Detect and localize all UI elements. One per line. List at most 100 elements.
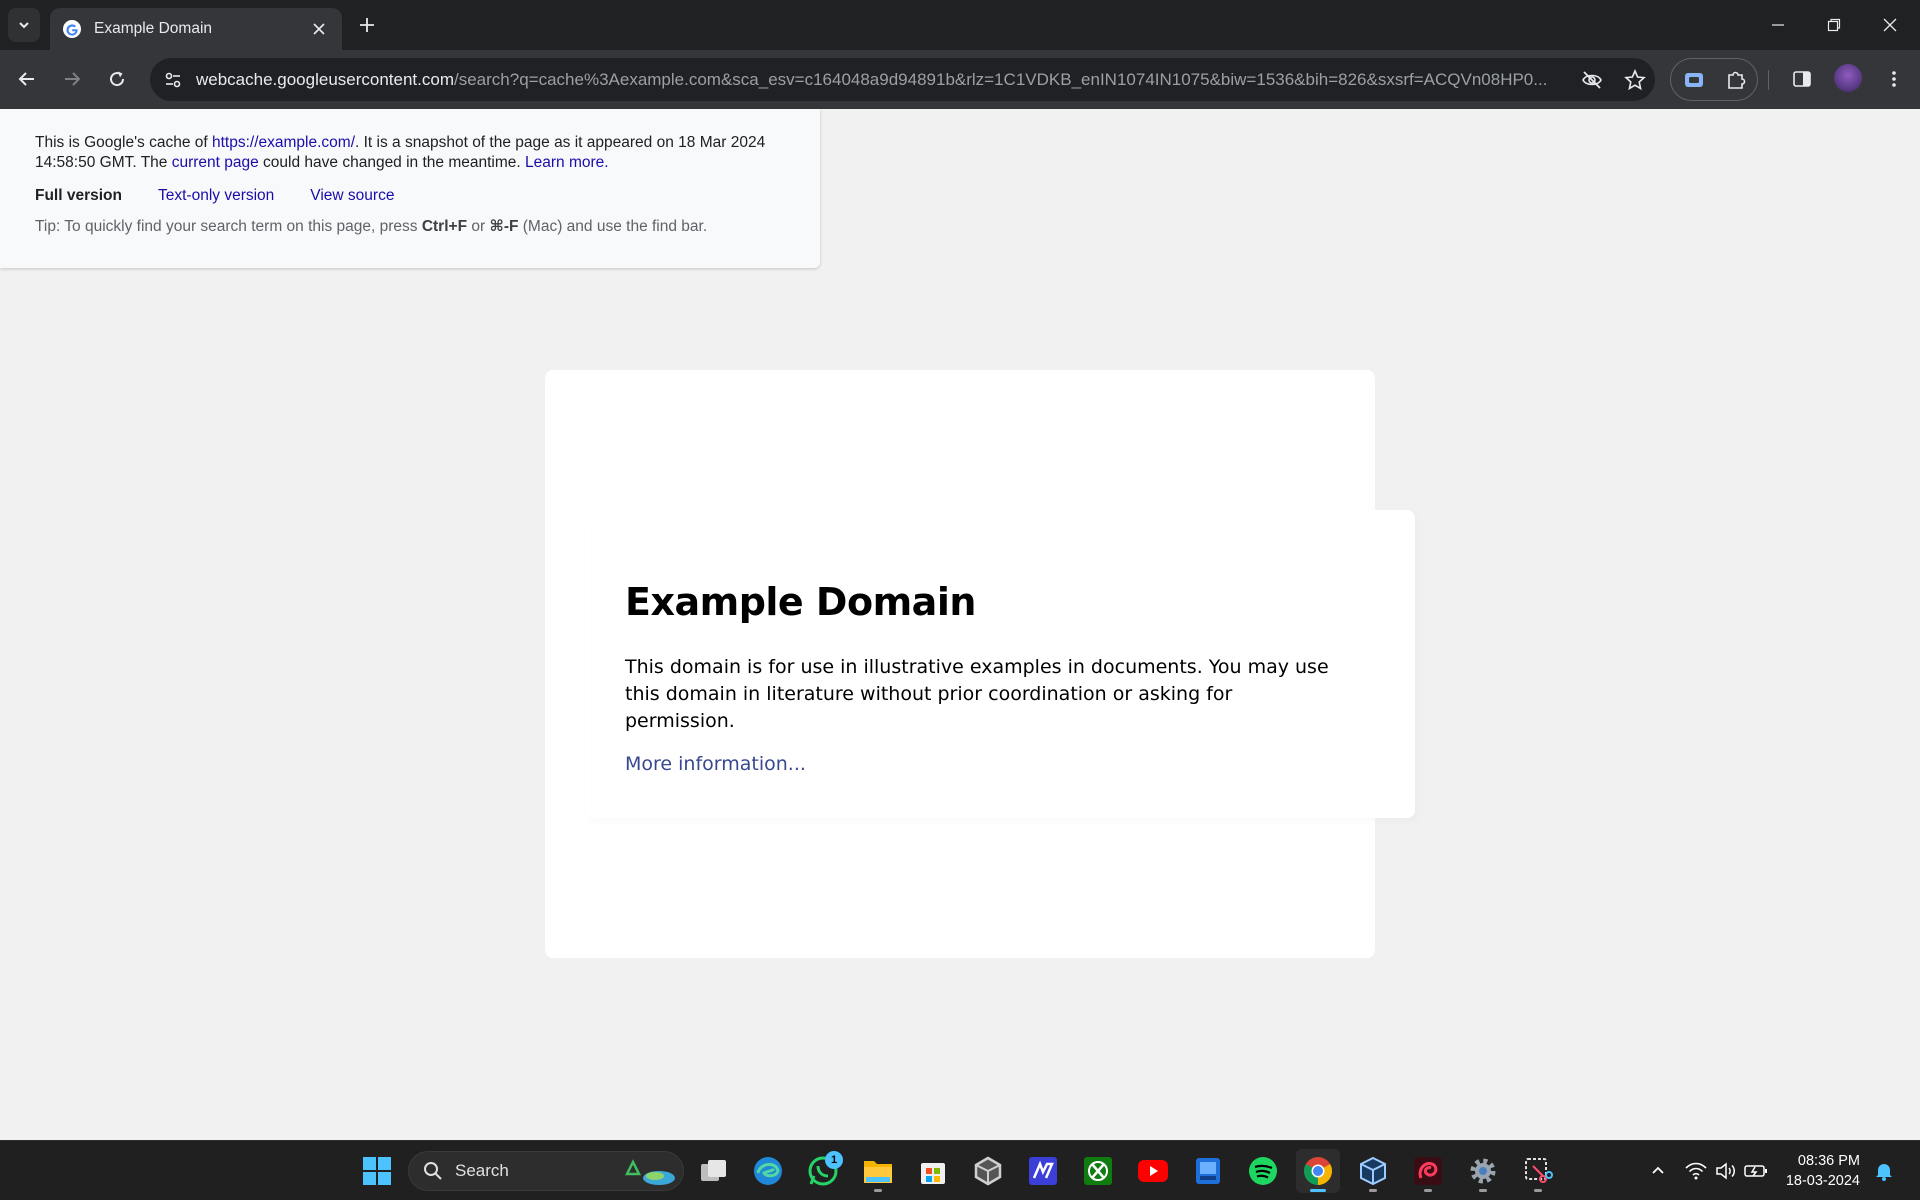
clock-time: 08:36 PM	[1797, 1153, 1860, 1169]
youtube-button[interactable]	[1131, 1149, 1175, 1193]
tab-view-source[interactable]: View source	[310, 187, 394, 205]
snipping-tool-button[interactable]	[1516, 1149, 1560, 1193]
chevron-up-icon	[1652, 1166, 1664, 1174]
start-button[interactable]	[355, 1149, 399, 1193]
spotify-button[interactable]	[1241, 1149, 1285, 1193]
learn-more-link[interactable]: Learn more.	[525, 154, 609, 171]
reload-button[interactable]	[100, 62, 134, 96]
chrome-button[interactable]	[1296, 1149, 1340, 1193]
url-host: webcache.googleusercontent.com	[196, 69, 454, 89]
puzzle-icon[interactable]	[1721, 65, 1751, 95]
microsoft-store-button[interactable]	[911, 1149, 955, 1193]
changed-text: could have changed in the meantime.	[258, 154, 526, 171]
new-tab-button[interactable]	[352, 10, 382, 40]
extensions-group	[1670, 58, 1758, 101]
tip-key-cmd-f: ⌘-F	[489, 218, 519, 235]
recycle-icon	[624, 1159, 675, 1185]
search-label: Search	[455, 1161, 509, 1180]
side-panel-button[interactable]	[1786, 63, 1818, 95]
google-cache-banner: This is Google's cache of https://exampl…	[0, 109, 820, 268]
chrome-icon	[1304, 1157, 1332, 1185]
file-explorer-button[interactable]	[856, 1149, 900, 1193]
windows-taskbar: Search 1 08:36 PM 18-03-2024	[0, 1140, 1920, 1200]
cached-url-link[interactable]: https://example.com/	[212, 134, 355, 151]
more-information-link[interactable]: More information...	[625, 753, 806, 775]
url-text: webcache.googleusercontent.com/search?q=…	[196, 70, 1586, 90]
active-indicator	[1310, 1189, 1326, 1192]
site-settings-icon[interactable]	[158, 65, 188, 95]
address-bar[interactable]: webcache.googleusercontent.com/search?q=…	[150, 58, 1655, 101]
windows-logo-icon	[363, 1157, 391, 1185]
scissors-icon	[1525, 1158, 1553, 1183]
toolbar-separator	[1768, 70, 1769, 90]
plus-icon	[360, 18, 374, 32]
close-icon	[1883, 18, 1897, 32]
tab-text-only-version[interactable]: Text-only version	[158, 187, 274, 205]
search-icon	[424, 1162, 442, 1180]
task-view-button[interactable]	[692, 1149, 736, 1193]
swirl-app-icon	[1414, 1157, 1442, 1185]
whatsapp-button[interactable]: 1	[801, 1149, 845, 1193]
bookmark-star-icon[interactable]	[1620, 65, 1650, 95]
settings-button[interactable]	[1461, 1149, 1505, 1193]
restore-button[interactable]	[1806, 0, 1862, 50]
notification-bell-icon[interactable]	[1872, 1159, 1896, 1183]
close-tab-icon[interactable]	[308, 18, 330, 40]
cache-notice: This is Google's cache of https://exampl…	[35, 133, 775, 173]
clock-date: 18-03-2024	[1785, 1173, 1860, 1189]
tip-suffix: (Mac) and use the find bar.	[518, 218, 708, 235]
page-title: Example Domain	[625, 580, 976, 624]
unity-icon	[974, 1156, 1002, 1186]
system-clock[interactable]: 08:36 PM 18-03-2024	[1780, 1151, 1860, 1191]
xbox-button[interactable]	[1076, 1149, 1120, 1193]
side-panel-icon	[1793, 71, 1811, 87]
store-icon	[921, 1163, 945, 1184]
folder-icon	[864, 1161, 892, 1183]
blue-app-icon	[1196, 1158, 1220, 1184]
tab-full-version[interactable]: Full version	[35, 187, 122, 205]
minimize-icon	[1772, 24, 1784, 26]
tab-title: Example Domain	[94, 20, 213, 37]
tab-strip: Example Domain	[0, 0, 1920, 50]
running-indicator	[874, 1189, 882, 1192]
app-button-blue[interactable]	[1186, 1149, 1230, 1193]
eye-off-icon[interactable]	[1577, 65, 1607, 95]
unity-hub-button[interactable]	[966, 1149, 1010, 1193]
reload-icon	[110, 71, 125, 87]
spotify-icon	[1249, 1157, 1277, 1185]
more-vertical-icon	[1892, 71, 1896, 87]
edge-button[interactable]	[746, 1149, 790, 1193]
show-hidden-icons-button[interactable]	[1646, 1159, 1670, 1183]
browser-toolbar: webcache.googleusercontent.com/search?q=…	[0, 50, 1920, 109]
xbox-icon	[1084, 1157, 1112, 1185]
restore-icon	[1827, 18, 1841, 32]
running-indicator	[1479, 1189, 1487, 1192]
tip-or: or	[467, 218, 490, 235]
volume-icon[interactable]	[1714, 1159, 1738, 1183]
back-button[interactable]	[10, 62, 44, 96]
screen-capture-icon[interactable]	[1679, 65, 1709, 95]
profile-avatar[interactable]	[1834, 64, 1862, 92]
virtualbox-button[interactable]	[1351, 1149, 1395, 1193]
app-button-ai[interactable]	[1021, 1149, 1065, 1193]
taskbar-search[interactable]: Search	[408, 1151, 684, 1191]
task-view-icon	[701, 1160, 726, 1181]
battery-icon[interactable]	[1744, 1159, 1768, 1183]
running-indicator	[1369, 1189, 1377, 1192]
forward-button[interactable]	[55, 62, 89, 96]
arrow-right-icon	[65, 72, 81, 86]
page-content-card: Example Domain This domain is for use in…	[585, 510, 1415, 818]
cache-tip: Tip: To quickly find your search term on…	[35, 217, 790, 236]
tab-search-button[interactable]	[8, 8, 40, 42]
running-indicator	[1424, 1189, 1432, 1192]
close-window-button[interactable]	[1862, 0, 1918, 50]
browser-tab[interactable]: Example Domain	[50, 8, 342, 50]
app-button-swirl[interactable]	[1406, 1149, 1450, 1193]
browser-menu-button[interactable]	[1878, 63, 1910, 95]
current-page-link[interactable]: current page	[172, 154, 259, 171]
minimize-button[interactable]	[1750, 0, 1806, 50]
edge-icon	[754, 1157, 782, 1185]
url-path: /search?q=cache%3Aexample.com&sca_esv=c1…	[454, 69, 1548, 89]
chevron-down-icon	[19, 22, 29, 29]
wifi-icon[interactable]	[1684, 1159, 1708, 1183]
